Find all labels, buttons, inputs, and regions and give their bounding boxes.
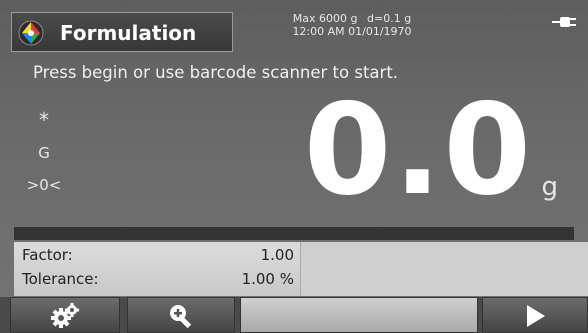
start-button[interactable] [482,297,588,333]
top-bar: Formulation Max 6000 g d=0.1 g 12:00 AM … [0,0,588,58]
ac-power-icon [552,17,576,27]
info-panel-empty [300,242,588,296]
date-time: 12:00 AM 01/01/1970 [292,25,412,38]
info-panel: Factor: 1.00 Tolerance: 1.00 % [14,242,300,296]
tolerance-label: Tolerance: [22,270,99,288]
factor-row: Factor: 1.00 [22,246,294,268]
tolerance-value: 1.00 % [241,270,294,288]
empty-softkey [240,297,478,333]
softkey-bar [0,297,588,333]
zoom-button[interactable] [127,297,235,333]
formulation-icon [18,20,44,46]
center-of-zero-indicator: >0< [26,176,62,194]
play-icon [527,305,545,327]
zoom-in-icon [170,305,192,329]
stable-indicator: * [39,108,49,132]
scale-display: Formulation Max 6000 g d=0.1 g 12:00 AM … [0,0,588,333]
application-button[interactable]: Formulation [11,12,233,52]
settings-button[interactable] [10,297,120,333]
gross-indicator: G [38,144,50,162]
settings-icon [51,303,79,328]
application-title: Formulation [60,21,197,45]
capacity-text: Max 6000 g [292,12,358,25]
readability-text: d=0.1 g [367,12,412,25]
weight-unit: g [541,172,558,202]
weight-reading: 0.0 [303,76,533,223]
factor-label: Factor: [22,246,73,264]
progress-bar [14,227,574,240]
tolerance-row: Tolerance: 1.00 % [22,270,294,292]
scale-spec: Max 6000 g d=0.1 g 12:00 AM 01/01/1970 [262,12,442,38]
factor-value: 1.00 [260,246,294,264]
